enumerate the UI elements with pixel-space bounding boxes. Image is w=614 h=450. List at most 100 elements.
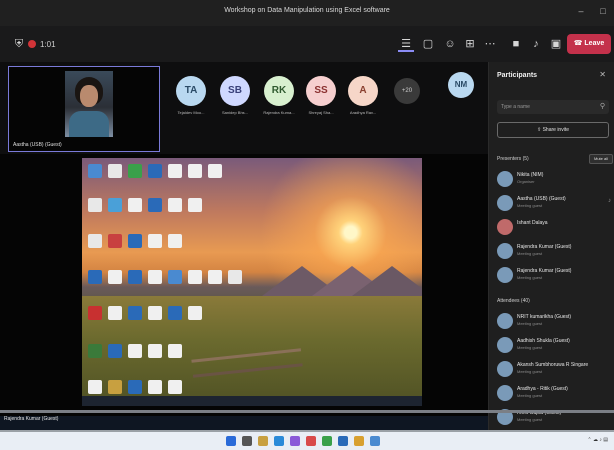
system-tray[interactable]: ⌃ ☁ ♪ ▤ — [587, 437, 608, 443]
desktop-file-icon[interactable] — [148, 344, 162, 358]
desktop-app-icon[interactable] — [108, 344, 122, 358]
edge-icon[interactable] — [274, 436, 284, 446]
chrome-icon[interactable] — [354, 436, 364, 446]
chat-icon[interactable]: ▢ — [420, 36, 436, 52]
desktop-app-icon[interactable] — [108, 234, 122, 248]
desktop-file-icon[interactable] — [168, 234, 182, 248]
start-icon[interactable] — [226, 436, 236, 446]
desktop-app-icon[interactable] — [88, 344, 102, 358]
desktop-app-icon[interactable] — [168, 306, 182, 320]
file-explorer-icon[interactable] — [258, 436, 268, 446]
reactions-icon[interactable]: ☺ — [442, 36, 458, 52]
presenters-section-header[interactable]: Presenters (5) — [497, 156, 529, 162]
search-icon[interactable] — [242, 436, 252, 446]
desktop-app-icon[interactable] — [168, 270, 182, 284]
app-icon[interactable] — [370, 436, 380, 446]
more-icon[interactable]: ⋯ — [482, 36, 498, 52]
more-participants-tile[interactable]: +20 — [386, 76, 428, 104]
avatar-tile[interactable]: RK Rajendra Kuma... — [258, 76, 300, 115]
participant-row[interactable]: Aastha (USB) (Guest) Meeting guest ♪ — [497, 192, 613, 214]
desktop-file-icon[interactable] — [188, 270, 202, 284]
stage-bottom-strip — [0, 416, 488, 430]
share-screen-icon[interactable]: ▣ — [548, 36, 564, 52]
view-icon[interactable]: ⊞ — [462, 36, 478, 52]
attendees-section-header[interactable]: Attendees (40) — [497, 298, 530, 304]
self-video-tile[interactable]: Aastha (USB) (Guest) — [8, 66, 160, 152]
desktop-file-icon[interactable] — [208, 270, 222, 284]
title-bar: Workshop on Data Manipulation using Exce… — [0, 0, 614, 26]
desktop-file-icon[interactable] — [88, 198, 102, 212]
leave-label: Leave — [584, 40, 605, 47]
desktop-file-icon[interactable] — [148, 306, 162, 320]
search-input[interactable]: Type a name ⚲ — [497, 100, 609, 114]
desktop-file-icon[interactable] — [208, 164, 222, 178]
desktop-app-icon[interactable] — [148, 164, 162, 178]
timer-text: 1:01 — [40, 39, 56, 49]
avatar-name: Rajendra Kuma... — [263, 110, 295, 115]
avatar-tile[interactable]: NM — [440, 72, 482, 98]
avatar-tile[interactable]: TA Tejaldev Moo... — [170, 76, 212, 115]
desktop-app-icon[interactable] — [88, 306, 102, 320]
meeting-toolbar: ⛨ 1:01 ☰ ▢ ☺ ⊞ ⋯ ■ ♪ ▣ ☎ Leave — [0, 26, 614, 62]
search-placeholder: Type a name — [501, 104, 530, 110]
desktop-file-icon[interactable] — [228, 270, 242, 284]
participant-row[interactable]: Ishant Dalaya — [497, 216, 613, 238]
participant-row[interactable]: Aradhya - Ritik (Guest) Meeting guest — [497, 382, 613, 404]
desktop-file-icon[interactable] — [88, 234, 102, 248]
desktop-file-icon[interactable] — [168, 164, 182, 178]
desktop-file-icon[interactable] — [148, 380, 162, 394]
desktop-file-icon[interactable] — [168, 198, 182, 212]
mute-all-button[interactable]: Mute all — [589, 154, 613, 164]
mic-icon[interactable]: ♪ — [528, 36, 544, 52]
participant-role: Meeting guest — [517, 251, 543, 256]
share-invite-button[interactable]: ⇪ Share invite — [497, 122, 609, 138]
desktop-app-icon[interactable] — [128, 234, 142, 248]
camera-icon[interactable]: ■ — [508, 36, 524, 52]
desktop-file-icon[interactable] — [108, 306, 122, 320]
leave-button[interactable]: ☎ Leave — [567, 34, 611, 54]
teams-icon[interactable] — [290, 436, 300, 446]
recording-icon — [28, 40, 36, 48]
participant-row[interactable]: Aadhish Shukla (Guest) Meeting guest — [497, 334, 613, 356]
avatar-tile[interactable]: SS Shreyaj Sha... — [300, 76, 342, 115]
close-icon[interactable]: ✕ — [599, 70, 606, 79]
desktop-file-icon[interactable] — [188, 164, 202, 178]
participant-name: Aastha (USB) (Guest) — [517, 196, 566, 202]
desktop-app-icon[interactable] — [128, 270, 142, 284]
desktop-app-icon[interactable] — [108, 198, 122, 212]
participant-row[interactable]: Akansh Sumbhoruwa R Singare Meeting gues… — [497, 358, 613, 380]
desktop-app-icon[interactable] — [108, 380, 122, 394]
shared-desktop[interactable] — [82, 158, 422, 406]
desktop-app-icon[interactable] — [88, 164, 102, 178]
desktop-app-icon[interactable] — [148, 198, 162, 212]
avatar-tile[interactable]: SB Sanidep Bhs... — [214, 76, 256, 115]
word-icon[interactable] — [338, 436, 348, 446]
participant-row[interactable]: Rajendra Kumar (Guest) Meeting guest — [497, 264, 613, 286]
avatar-tile[interactable]: A Aradhya Rav... — [342, 76, 384, 115]
desktop-file-icon[interactable] — [88, 380, 102, 394]
desktop-app-icon[interactable] — [128, 306, 142, 320]
desktop-file-icon[interactable] — [148, 234, 162, 248]
minimize-icon[interactable]: – — [574, 4, 588, 18]
desktop-file-icon[interactable] — [128, 198, 142, 212]
desktop-file-icon[interactable] — [188, 198, 202, 212]
windows-taskbar: ⌃ ☁ ♪ ▤ — [0, 430, 614, 450]
desktop-file-icon[interactable] — [108, 164, 122, 178]
participant-row[interactable]: Rajendra Kumar (Guest) Meeting guest — [497, 240, 613, 262]
maximize-icon[interactable]: □ — [596, 4, 610, 18]
participant-row[interactable]: NRIT kumarikha (Guest) Meeting guest — [497, 310, 613, 332]
participant-row[interactable]: Nikita (NIM) Organiser — [497, 168, 613, 190]
desktop-file-icon[interactable] — [108, 270, 122, 284]
desktop-file-icon[interactable] — [128, 344, 142, 358]
desktop-file-icon[interactable] — [148, 270, 162, 284]
desktop-app-icon[interactable] — [88, 270, 102, 284]
app-icon[interactable] — [306, 436, 316, 446]
desktop-app-icon[interactable] — [128, 164, 142, 178]
desktop-file-icon[interactable] — [168, 344, 182, 358]
participants-icon[interactable]: ☰ — [398, 36, 414, 52]
desktop-file-icon[interactable] — [168, 380, 182, 394]
shared-screen-stage — [0, 154, 488, 416]
desktop-app-icon[interactable] — [128, 380, 142, 394]
desktop-file-icon[interactable] — [188, 306, 202, 320]
excel-icon[interactable] — [322, 436, 332, 446]
